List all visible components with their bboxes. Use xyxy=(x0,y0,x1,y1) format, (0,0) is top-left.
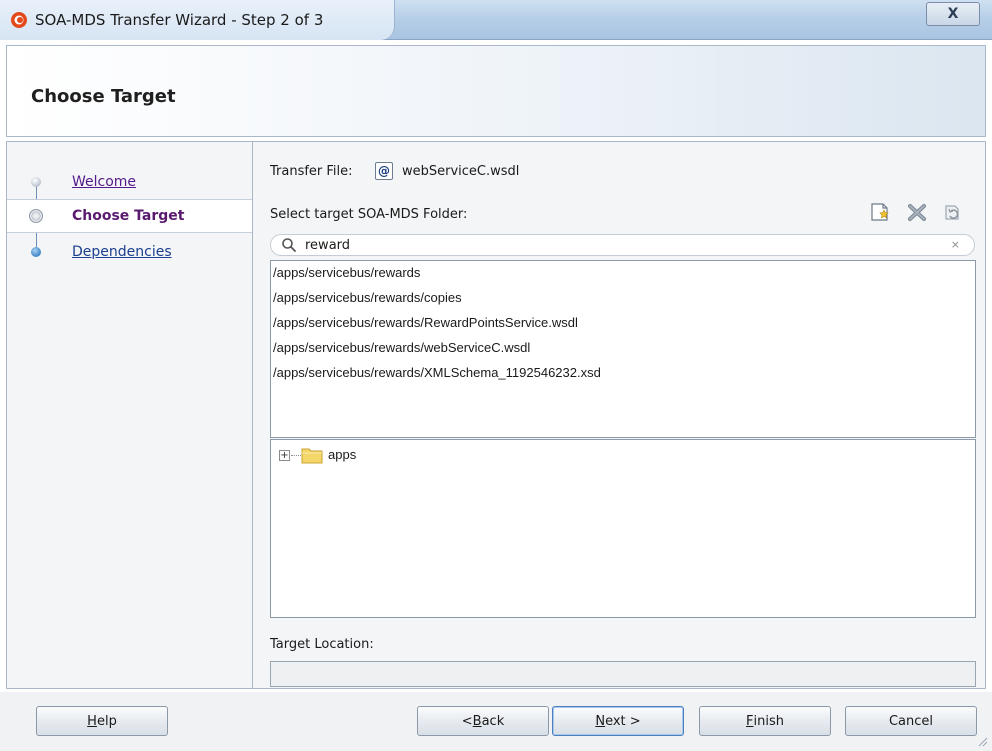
new-folder-icon[interactable] xyxy=(868,200,892,224)
nav-step-dependencies-label[interactable]: Dependencies xyxy=(72,244,172,260)
search-icon xyxy=(282,238,296,252)
wizard-content: Transfer File: @ webServiceC.wsdl Select… xyxy=(253,141,986,689)
target-location-label: Target Location: xyxy=(270,637,374,652)
clear-search-icon[interactable]: × xyxy=(951,238,960,251)
delete-icon[interactable] xyxy=(905,200,929,224)
tree-node-apps[interactable]: apps xyxy=(328,447,356,462)
search-results-list[interactable]: /apps/servicebus/rewards /apps/servicebu… xyxy=(270,260,976,438)
wizard-header: Choose Target xyxy=(6,45,986,137)
close-button[interactable]: X xyxy=(926,2,980,26)
list-item[interactable]: /apps/servicebus/rewards/copies xyxy=(273,290,462,305)
close-icon: X xyxy=(947,6,959,22)
step-pending-icon xyxy=(31,247,41,257)
list-item[interactable]: /apps/servicebus/rewards/RewardPointsSer… xyxy=(273,315,578,330)
transfer-file-name: webServiceC.wsdl xyxy=(402,164,520,179)
web-service-icon: @ xyxy=(375,162,393,180)
nav-step-choose-target[interactable]: Choose Target xyxy=(7,199,252,233)
page-title: Choose Target xyxy=(31,86,176,107)
back-button[interactable]: < Back xyxy=(417,706,549,736)
nav-step-choose-target-label: Choose Target xyxy=(72,208,185,224)
next-button[interactable]: Next > xyxy=(552,706,684,736)
transfer-file-label: Transfer File: xyxy=(270,164,353,179)
folder-tree[interactable]: + apps xyxy=(270,439,976,618)
finish-button[interactable]: Finish xyxy=(699,706,831,736)
list-item[interactable]: /apps/servicebus/rewards/XMLSchema_11925… xyxy=(273,365,601,380)
target-location-field xyxy=(270,661,976,687)
window-title: SOA-MDS Transfer Wizard - Step 2 of 3 xyxy=(35,11,324,29)
select-folder-label: Select target SOA-MDS Folder: xyxy=(270,207,468,222)
step-current-icon xyxy=(29,209,43,223)
folder-icon xyxy=(301,448,323,464)
cancel-button[interactable]: Cancel xyxy=(845,706,977,736)
tree-connector xyxy=(291,455,301,456)
step-visited-icon xyxy=(31,177,41,187)
nav-step-dependencies[interactable]: Dependencies xyxy=(7,235,252,269)
refresh-icon[interactable] xyxy=(941,200,965,224)
search-input[interactable] xyxy=(305,236,935,254)
resize-grip-icon[interactable] xyxy=(976,735,988,747)
nav-step-welcome[interactable]: Welcome xyxy=(7,165,252,199)
title-bar: SOA-MDS Transfer Wizard - Step 2 of 3 X xyxy=(0,0,992,40)
list-item[interactable]: /apps/servicebus/rewards/webServiceC.wsd… xyxy=(273,340,530,355)
oracle-app-icon xyxy=(11,12,27,28)
expand-icon[interactable]: + xyxy=(279,450,290,461)
list-item[interactable]: /apps/servicebus/rewards xyxy=(273,265,420,280)
nav-step-welcome-label[interactable]: Welcome xyxy=(72,174,136,190)
wizard-steps-nav: Welcome Choose Target Dependencies xyxy=(6,141,253,689)
help-button[interactable]: Help xyxy=(36,706,168,736)
search-field[interactable]: × xyxy=(270,234,975,256)
